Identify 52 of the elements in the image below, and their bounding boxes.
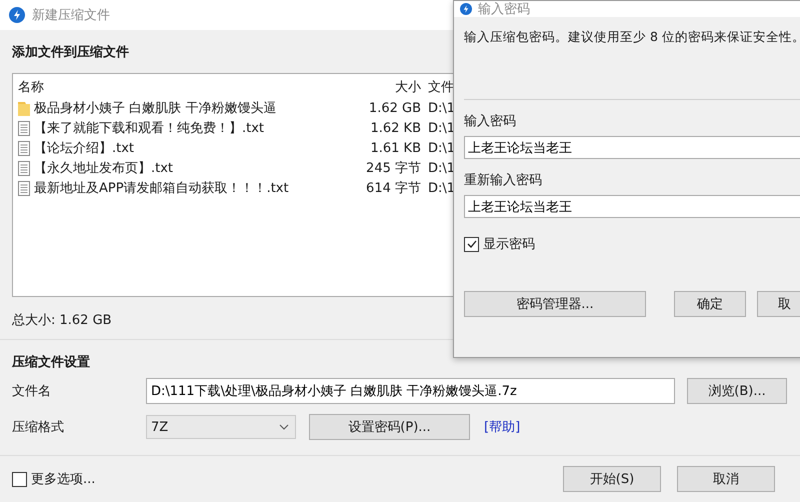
document-icon: [18, 160, 30, 176]
file-name[interactable]: 【来了就能下载和观看！纯免费！】.txt: [34, 119, 264, 137]
filename-field[interactable]: D:\111下载\处理\极品身材小姨子 白嫩肌肤 干净粉嫩馒头逼.7z: [146, 378, 675, 404]
dialog-button[interactable]: 密码管理器...: [464, 291, 646, 317]
file-name[interactable]: 【永久地址发布页】.txt: [34, 159, 174, 177]
document-icon: [18, 180, 30, 196]
file-size: 245 字节: [365, 160, 421, 177]
total-size: 总大小: 1.62 GB: [12, 312, 113, 329]
document-icon: [18, 140, 30, 156]
column-header[interactable]: 名称: [18, 78, 353, 96]
set-password-button[interactable]: 设置密码(P)...: [309, 414, 470, 440]
dialog-button[interactable]: 确定: [674, 291, 746, 317]
checkbox-label[interactable]: 显示密码: [483, 235, 535, 253]
file-path: D:\1: [428, 120, 456, 136]
file-path: D:\1: [428, 100, 456, 116]
format-dropdown[interactable]: 7Z: [146, 415, 296, 439]
file-size: 1.62 GB: [368, 100, 421, 116]
chevron-down-icon: [279, 424, 289, 430]
dialog-button[interactable]: 取: [757, 291, 800, 317]
file-path: D:\1: [428, 180, 456, 196]
checkbox[interactable]: [464, 236, 479, 252]
column-header[interactable]: 文件: [428, 78, 454, 96]
checkmark-icon: [466, 238, 478, 250]
checkbox-label[interactable]: 更多选项...: [31, 470, 96, 488]
dialog-button[interactable]: 开始(S): [563, 466, 661, 492]
file-name[interactable]: 最新地址及APP请发邮箱自动获取！！！.txt: [34, 179, 289, 197]
file-path: D:\1: [428, 160, 456, 176]
file-size: 1.62 KB: [369, 120, 421, 136]
document-icon: [18, 120, 30, 136]
description-text: 输入压缩包密码。建议使用至少 8 位的密码来保证安全性。: [463, 28, 800, 46]
section-title: 添加文件到压缩文件: [12, 44, 130, 62]
dialog-button[interactable]: 取消: [677, 466, 775, 492]
field-label: 重新输入密码: [463, 172, 543, 189]
field-label: 输入密码: [463, 113, 517, 130]
file-path: D:\1: [428, 140, 456, 156]
browse-button[interactable]: 浏览(B)...: [687, 378, 787, 404]
window-title: 新建压缩文件: [32, 7, 110, 24]
field-label: 文件名: [12, 383, 52, 400]
file-size: 614 字节: [365, 180, 421, 197]
section-title: 压缩文件设置: [12, 354, 91, 372]
password-field[interactable]: 上老王论坛当老王: [464, 195, 800, 218]
checkbox[interactable]: [12, 472, 27, 486]
password-field[interactable]: 上老王论坛当老王: [464, 136, 800, 159]
file-size: 1.61 KB: [369, 140, 421, 156]
app-icon: [9, 7, 25, 23]
column-header[interactable]: 大小: [353, 78, 421, 96]
file-name[interactable]: 【论坛介绍】.txt: [34, 139, 134, 157]
window-title: 输入密码: [478, 1, 530, 18]
field-label: 压缩格式: [12, 419, 65, 436]
help-link[interactable]: [帮助]: [484, 418, 520, 436]
file-name[interactable]: 极品身材小姨子 白嫩肌肤 干净粉嫩馒头逼: [34, 99, 276, 117]
folder-icon: [18, 100, 30, 116]
